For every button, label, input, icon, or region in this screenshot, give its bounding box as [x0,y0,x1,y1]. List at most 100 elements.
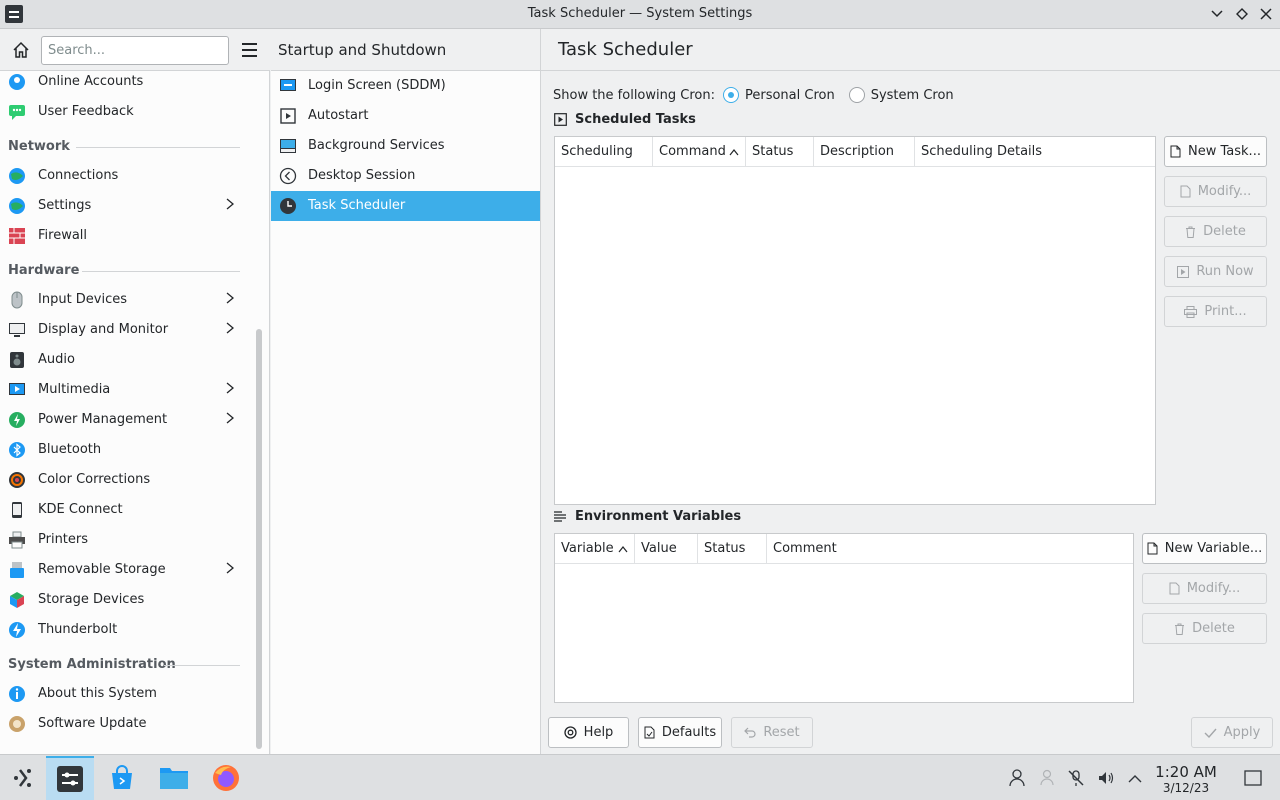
sidebar-item-audio[interactable]: Audio [0,345,250,375]
column-header-command[interactable]: Command [653,137,746,167]
sidebar-item-multimedia[interactable]: Multimedia [0,375,250,405]
delete-task-button[interactable]: Delete [1164,216,1267,247]
taskbar-system-settings[interactable] [46,756,94,800]
maximize-button[interactable] [1232,4,1252,24]
sort-ascending-icon [729,149,739,156]
column-header-description[interactable]: Description [814,137,915,167]
subcategory-item-desktop-session[interactable]: Desktop Session [271,161,540,191]
reset-button[interactable]: Reset [731,717,813,748]
sidebar-item-connections[interactable]: Connections [0,161,250,191]
volume-icon[interactable] [1096,768,1116,788]
subcategory-item-task-scheduler[interactable]: Task Scheduler [271,191,540,221]
search-input[interactable] [41,36,229,65]
cron-selector-label: Show the following Cron: [553,87,715,103]
sidebar-item-bluetooth[interactable]: Bluetooth [0,435,250,465]
microphone-muted-icon[interactable] [1066,768,1086,788]
taskbar-dolphin[interactable] [150,756,198,800]
new-task-button[interactable]: New Task... [1164,136,1267,167]
printer-icon [8,531,26,549]
subcategory-item-autostart[interactable]: Autostart [271,101,540,131]
clock[interactable]: 1:20 AM 3/12/23 [1150,763,1222,795]
tray-expand-icon[interactable] [1125,768,1145,788]
clock-icon [279,197,297,215]
column-header-variable[interactable]: Variable [555,534,635,564]
users-icon[interactable] [1037,768,1057,788]
sidebar-item-label: Software Update [38,716,147,731]
power-icon [8,411,26,429]
sidebar-item-software-update[interactable]: Software Update [0,709,250,739]
sidebar-item-input-devices[interactable]: Input Devices [0,285,250,315]
home-button[interactable] [9,38,33,62]
sidebar-item-removable-storage[interactable]: Removable Storage [0,555,250,585]
subcategory-item-background-services[interactable]: Background Services [271,131,540,161]
user-icon[interactable] [1007,768,1027,788]
sidebar-item-firewall[interactable]: Firewall [0,221,250,251]
sidebar-item-power-management[interactable]: Power Management [0,405,250,435]
checkmark-icon [1204,728,1217,738]
taskbar-firefox[interactable] [202,756,250,800]
column-header-comment[interactable]: Comment [767,534,1133,564]
taskbar: 1:20 AM 3/12/23 [0,754,1280,800]
printer-icon [1184,305,1198,318]
show-desktop-icon[interactable] [1243,768,1263,788]
sidebar-item-thunderbolt[interactable]: Thunderbolt [0,615,250,645]
column-header-scheduling[interactable]: Scheduling [555,137,653,167]
new-variable-label: New Variable... [1164,541,1263,556]
system-cron-radio[interactable] [848,87,865,103]
delete-variable-button[interactable]: Delete [1142,613,1267,644]
modify-variable-button[interactable]: Modify... [1142,573,1267,604]
modify-task-button[interactable]: Modify... [1164,176,1267,207]
scheduled-tasks-header: Scheduled Tasks [554,112,696,127]
storage-icon [8,591,26,609]
minimize-button[interactable] [1207,4,1227,24]
column-header-status[interactable]: Status [698,534,767,564]
sidebar-scrollbar[interactable] [256,329,262,749]
defaults-label: Defaults [661,725,717,740]
column-header-scheduling-details[interactable]: Scheduling Details [915,137,1155,167]
scheduled-tasks-table[interactable]: Scheduling Command Status Description Sc… [554,136,1156,505]
run-icon [1177,265,1190,278]
environment-variables-table[interactable]: Variable Value Status Comment [554,533,1134,703]
chevron-down-icon [1211,10,1223,18]
section-divider [76,147,240,148]
environment-variables-header: Environment Variables [554,509,741,524]
sidebar-item-label: Printers [38,532,89,547]
sidebar-item-label: Input Devices [38,292,128,307]
column-header-value[interactable]: Value [635,534,698,564]
login-screen-icon [279,77,297,95]
sidebar-item-color-corrections[interactable]: Color Corrections [0,465,250,495]
run-now-label: Run Now [1196,264,1254,279]
sidebar-item-user-feedback[interactable]: User Feedback [0,97,250,127]
firewall-icon [8,227,26,245]
personal-cron-label[interactable]: Personal Cron [745,88,835,103]
column-header-status[interactable]: Status [746,137,814,167]
taskbar-discover[interactable] [98,756,146,800]
sidebar-item-kde-connect[interactable]: KDE Connect [0,495,250,525]
sidebar-item-about-system[interactable]: About this System [0,679,250,709]
run-now-button[interactable]: Run Now [1164,256,1267,287]
clock-time: 1:20 AM [1155,763,1217,781]
system-cron-label[interactable]: System Cron [871,88,954,103]
close-button[interactable] [1256,4,1276,24]
sidebar-item-display[interactable]: Display and Monitor [0,315,250,345]
sidebar-item-label: KDE Connect [38,502,123,517]
subcategory-header: Startup and Shutdown [271,29,540,71]
sidebar-item-network-settings[interactable]: Settings [0,191,250,221]
application-launcher[interactable] [0,756,48,800]
sidebar-item-online-accounts[interactable]: Online Accounts [0,71,250,97]
defaults-button[interactable]: Defaults [638,717,722,748]
cron-selector: Show the following Cron: Personal Cron S… [553,85,954,105]
kde-launcher-icon [14,769,31,787]
sidebar-item-label: Color Corrections [38,472,151,487]
help-button[interactable]: Help [548,717,629,748]
hamburger-menu-button[interactable] [238,38,260,62]
sidebar-item-storage-devices[interactable]: Storage Devices [0,585,250,615]
subcategory-item-login-screen[interactable]: Login Screen (SDDM) [271,71,540,101]
apply-button[interactable]: Apply [1191,717,1273,748]
environment-variables-table-header: Variable Value Status Comment [555,534,1133,564]
new-variable-button[interactable]: New Variable... [1142,533,1267,564]
personal-cron-radio[interactable] [722,87,739,103]
print-button[interactable]: Print... [1164,296,1267,327]
sidebar-item-printers[interactable]: Printers [0,525,250,555]
main-content: Task Scheduler Show the following Cron: … [541,29,1280,754]
